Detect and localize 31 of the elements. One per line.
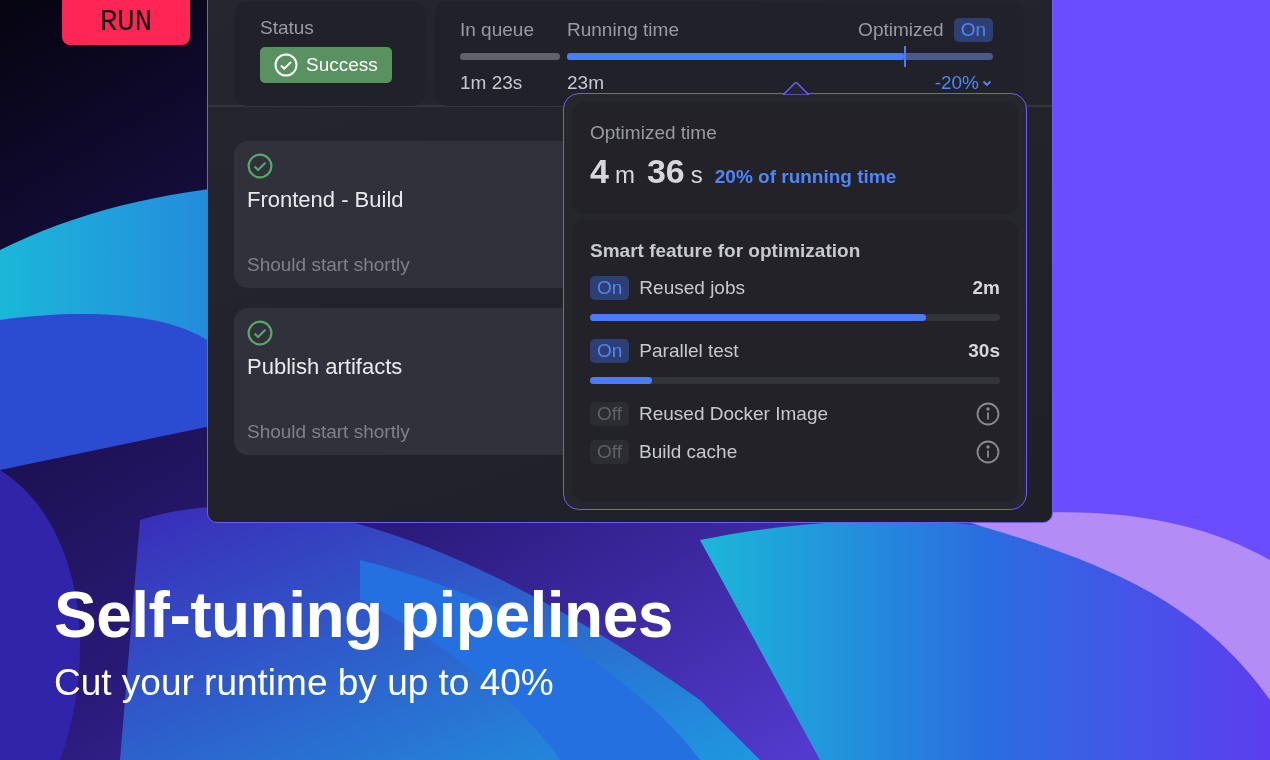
headline: Self-tuning pipelines	[54, 578, 673, 652]
running-time: 23m	[567, 72, 604, 94]
job-status: Should start shortly	[247, 421, 411, 443]
optimized-marker	[903, 46, 906, 67]
job-name: Frontend - Build	[247, 187, 405, 213]
seconds-unit: s	[690, 161, 703, 189]
job-status: Should start shortly	[247, 254, 411, 276]
minutes-unit: m	[614, 161, 635, 189]
check-icon	[274, 53, 298, 77]
delta-dropdown[interactable]: -20%	[934, 72, 993, 94]
status-label: Status	[260, 17, 315, 39]
optimized-time-label: Optimized time	[590, 122, 718, 144]
check-circle-icon	[247, 153, 273, 179]
feature-toggle[interactable]: On	[590, 339, 630, 363]
feature-saving: 30s	[968, 340, 1000, 362]
feature-toggle[interactable]: On	[590, 276, 630, 300]
optimized-label: Optimized	[858, 19, 944, 41]
job-name: Publish artifacts	[247, 354, 404, 380]
check-circle-icon	[247, 320, 273, 346]
info-icon[interactable]	[976, 440, 1000, 464]
optimized-toggle[interactable]: On	[953, 18, 993, 42]
share-text: 20% of running time	[714, 166, 897, 188]
running-time-label: Running time	[567, 19, 679, 41]
info-icon[interactable]	[976, 402, 1000, 426]
minutes-value: 4	[590, 152, 609, 191]
queue-time: 1m 23s	[460, 72, 523, 94]
subheadline: Cut your runtime by up to 40%	[54, 662, 555, 704]
feature-saving: 2m	[972, 277, 1000, 299]
run-badge: RUN	[62, 0, 190, 45]
status-badge: Success	[260, 47, 392, 83]
queue-label: In queue	[460, 19, 534, 41]
